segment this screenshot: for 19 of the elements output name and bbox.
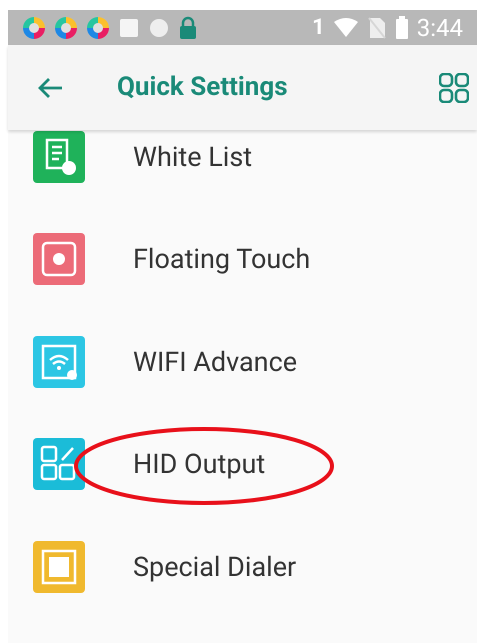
setting-label[interactable]: Floating Touch bbox=[133, 243, 310, 275]
circle-icon bbox=[148, 16, 170, 38]
notification-count: 1 bbox=[312, 16, 325, 38]
wifi-icon bbox=[332, 18, 359, 38]
battery-icon bbox=[394, 16, 409, 40]
app-notification-icon bbox=[54, 16, 78, 40]
grid-icon bbox=[439, 72, 469, 102]
setting-label[interactable]: WIFI Advance bbox=[133, 346, 298, 378]
setting-label[interactable]: White List bbox=[133, 140, 252, 173]
back-arrow-icon bbox=[37, 76, 63, 98]
page-title: Quick Settings bbox=[117, 71, 288, 104]
setting-label[interactable]: Special Dialer bbox=[133, 550, 296, 582]
no-sim-icon bbox=[366, 16, 387, 40]
image-icon bbox=[118, 16, 140, 38]
lock-icon bbox=[178, 16, 198, 40]
clock-time: 3:44 bbox=[416, 16, 463, 40]
app-notification-icon bbox=[86, 16, 110, 40]
grid-view-button[interactable] bbox=[437, 70, 471, 104]
app-notification-icon bbox=[22, 16, 46, 40]
